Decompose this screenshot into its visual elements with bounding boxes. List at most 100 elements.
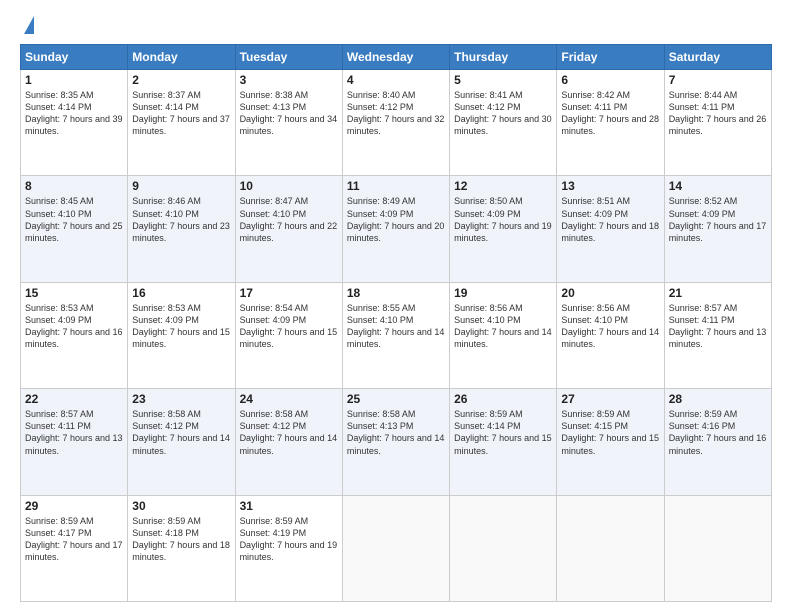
day-number: 5 [454, 73, 552, 87]
day-number: 7 [669, 73, 767, 87]
day-info: Sunrise: 8:59 AMSunset: 4:16 PMDaylight:… [669, 409, 767, 455]
day-number: 1 [25, 73, 123, 87]
calendar-cell: 14Sunrise: 8:52 AMSunset: 4:09 PMDayligh… [664, 176, 771, 282]
day-info: Sunrise: 8:42 AMSunset: 4:11 PMDaylight:… [561, 90, 659, 136]
day-number: 22 [25, 392, 123, 406]
calendar-cell: 25 Sunrise: 8:58 AMSunset: 4:13 PMDayligh… [342, 389, 449, 495]
day-info: Sunrise: 8:35 AMSunset: 4:14 PMDaylight:… [25, 90, 123, 136]
day-number: 9 [132, 179, 230, 193]
calendar-header-row: SundayMondayTuesdayWednesdayThursdayFrid… [21, 45, 772, 70]
calendar-cell: 4 Sunrise: 8:40 AMSunset: 4:12 PMDaylight… [342, 70, 449, 176]
calendar-cell: 29 Sunrise: 8:59 AMSunset: 4:17 PMDayligh… [21, 495, 128, 601]
calendar-cell: 28 Sunrise: 8:59 AMSunset: 4:16 PMDayligh… [664, 389, 771, 495]
day-info: Sunrise: 8:58 AMSunset: 4:12 PMDaylight:… [240, 409, 338, 455]
day-number: 29 [25, 499, 123, 513]
day-number: 24 [240, 392, 338, 406]
calendar-cell: 12 Sunrise: 8:50 AMSunset: 4:09 PMDayligh… [450, 176, 557, 282]
day-number: 6 [561, 73, 659, 87]
day-info: Sunrise: 8:56 AMSunset: 4:10 PMDaylight:… [454, 303, 552, 349]
day-info: Sunrise: 8:57 AMSunset: 4:11 PMDaylight:… [669, 303, 767, 349]
calendar-table: SundayMondayTuesdayWednesdayThursdayFrid… [20, 44, 772, 602]
header [20, 16, 772, 34]
week-row-2: 8 Sunrise: 8:45 AMSunset: 4:10 PMDaylight… [21, 176, 772, 282]
day-info: Sunrise: 8:40 AMSunset: 4:12 PMDaylight:… [347, 90, 445, 136]
day-number: 30 [132, 499, 230, 513]
calendar-cell: 9 Sunrise: 8:46 AMSunset: 4:10 PMDaylight… [128, 176, 235, 282]
day-number: 11 [347, 179, 445, 193]
day-info: Sunrise: 8:50 AMSunset: 4:09 PMDaylight:… [454, 196, 552, 242]
day-info: Sunrise: 8:44 AMSunset: 4:11 PMDaylight:… [669, 90, 767, 136]
day-number: 17 [240, 286, 338, 300]
day-number: 31 [240, 499, 338, 513]
calendar-cell: 7 Sunrise: 8:44 AMSunset: 4:11 PMDaylight… [664, 70, 771, 176]
day-info: Sunrise: 8:57 AMSunset: 4:11 PMDaylight:… [25, 409, 123, 455]
calendar-cell: 23 Sunrise: 8:58 AMSunset: 4:12 PMDayligh… [128, 389, 235, 495]
calendar-cell: 20Sunrise: 8:56 AMSunset: 4:10 PMDayligh… [557, 282, 664, 388]
day-number: 23 [132, 392, 230, 406]
day-number: 3 [240, 73, 338, 87]
day-info: Sunrise: 8:59 AMSunset: 4:17 PMDaylight:… [25, 516, 123, 562]
day-info: Sunrise: 8:54 AMSunset: 4:09 PMDaylight:… [240, 303, 338, 349]
day-number: 19 [454, 286, 552, 300]
day-info: Sunrise: 8:59 AMSunset: 4:14 PMDaylight:… [454, 409, 552, 455]
day-number: 16 [132, 286, 230, 300]
day-info: Sunrise: 8:38 AMSunset: 4:13 PMDaylight:… [240, 90, 338, 136]
calendar-cell: 11Sunrise: 8:49 AMSunset: 4:09 PMDayligh… [342, 176, 449, 282]
day-header-friday: Friday [557, 45, 664, 70]
week-row-4: 22 Sunrise: 8:57 AMSunset: 4:11 PMDayligh… [21, 389, 772, 495]
day-info: Sunrise: 8:58 AMSunset: 4:12 PMDaylight:… [132, 409, 230, 455]
day-info: Sunrise: 8:53 AMSunset: 4:09 PMDaylight:… [25, 303, 123, 349]
calendar-cell: 18 Sunrise: 8:55 AMSunset: 4:10 PMDayligh… [342, 282, 449, 388]
day-header-saturday: Saturday [664, 45, 771, 70]
day-info: Sunrise: 8:59 AMSunset: 4:18 PMDaylight:… [132, 516, 230, 562]
calendar-cell: 17 Sunrise: 8:54 AMSunset: 4:09 PMDayligh… [235, 282, 342, 388]
logo-triangle-icon [24, 16, 34, 34]
day-info: Sunrise: 8:46 AMSunset: 4:10 PMDaylight:… [132, 196, 230, 242]
day-number: 8 [25, 179, 123, 193]
day-number: 26 [454, 392, 552, 406]
calendar-cell [557, 495, 664, 601]
calendar-cell: 1 Sunrise: 8:35 AMSunset: 4:14 PMDaylight… [21, 70, 128, 176]
day-info: Sunrise: 8:37 AMSunset: 4:14 PMDaylight:… [132, 90, 230, 136]
day-number: 28 [669, 392, 767, 406]
calendar-cell: 22 Sunrise: 8:57 AMSunset: 4:11 PMDayligh… [21, 389, 128, 495]
day-header-sunday: Sunday [21, 45, 128, 70]
day-number: 15 [25, 286, 123, 300]
day-number: 18 [347, 286, 445, 300]
day-number: 13 [561, 179, 659, 193]
day-number: 10 [240, 179, 338, 193]
day-number: 4 [347, 73, 445, 87]
week-row-5: 29 Sunrise: 8:59 AMSunset: 4:17 PMDayligh… [21, 495, 772, 601]
day-info: Sunrise: 8:55 AMSunset: 4:10 PMDaylight:… [347, 303, 445, 349]
calendar-cell: 5 Sunrise: 8:41 AMSunset: 4:12 PMDaylight… [450, 70, 557, 176]
day-info: Sunrise: 8:53 AMSunset: 4:09 PMDaylight:… [132, 303, 230, 349]
day-info: Sunrise: 8:41 AMSunset: 4:12 PMDaylight:… [454, 90, 552, 136]
calendar-cell: 3 Sunrise: 8:38 AMSunset: 4:13 PMDaylight… [235, 70, 342, 176]
calendar-cell: 31 Sunrise: 8:59 AMSunset: 4:19 PMDayligh… [235, 495, 342, 601]
day-header-monday: Monday [128, 45, 235, 70]
day-number: 27 [561, 392, 659, 406]
day-number: 2 [132, 73, 230, 87]
calendar-page: SundayMondayTuesdayWednesdayThursdayFrid… [0, 0, 792, 612]
day-info: Sunrise: 8:59 AMSunset: 4:19 PMDaylight:… [240, 516, 338, 562]
day-info: Sunrise: 8:45 AMSunset: 4:10 PMDaylight:… [25, 196, 123, 242]
day-header-tuesday: Tuesday [235, 45, 342, 70]
day-info: Sunrise: 8:47 AMSunset: 4:10 PMDaylight:… [240, 196, 338, 242]
day-info: Sunrise: 8:51 AMSunset: 4:09 PMDaylight:… [561, 196, 659, 242]
day-info: Sunrise: 8:52 AMSunset: 4:09 PMDaylight:… [669, 196, 767, 242]
calendar-cell: 27 Sunrise: 8:59 AMSunset: 4:15 PMDayligh… [557, 389, 664, 495]
calendar-cell: 6 Sunrise: 8:42 AMSunset: 4:11 PMDaylight… [557, 70, 664, 176]
calendar-cell: 30 Sunrise: 8:59 AMSunset: 4:18 PMDayligh… [128, 495, 235, 601]
day-number: 25 [347, 392, 445, 406]
day-info: Sunrise: 8:58 AMSunset: 4:13 PMDaylight:… [347, 409, 445, 455]
calendar-cell: 10 Sunrise: 8:47 AMSunset: 4:10 PMDayligh… [235, 176, 342, 282]
calendar-cell: 26 Sunrise: 8:59 AMSunset: 4:14 PMDayligh… [450, 389, 557, 495]
day-number: 12 [454, 179, 552, 193]
calendar-cell: 8 Sunrise: 8:45 AMSunset: 4:10 PMDaylight… [21, 176, 128, 282]
calendar-cell [664, 495, 771, 601]
calendar-cell: 2 Sunrise: 8:37 AMSunset: 4:14 PMDaylight… [128, 70, 235, 176]
calendar-cell [450, 495, 557, 601]
day-info: Sunrise: 8:56 AMSunset: 4:10 PMDaylight:… [561, 303, 659, 349]
day-header-wednesday: Wednesday [342, 45, 449, 70]
day-info: Sunrise: 8:59 AMSunset: 4:15 PMDaylight:… [561, 409, 659, 455]
